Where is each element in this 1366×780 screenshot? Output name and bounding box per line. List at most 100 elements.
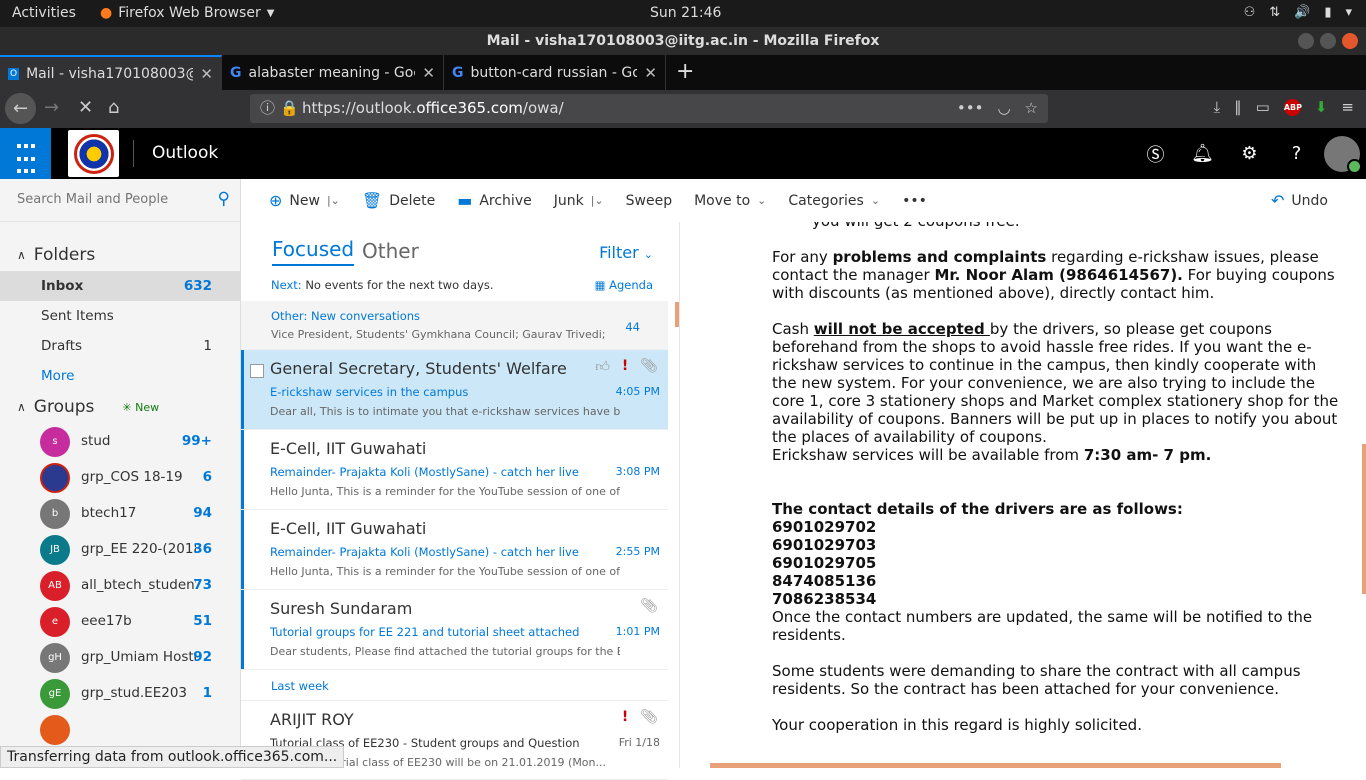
- received-time: 1:01 PM: [615, 625, 660, 638]
- tab-focused[interactable]: Focused: [272, 237, 355, 266]
- search-placeholder: Search Mail and People: [17, 192, 169, 207]
- app-menu-label: Firefox Web Browser: [118, 5, 261, 21]
- categories-button[interactable]: Categories ⌄: [777, 193, 891, 209]
- select-checkbox[interactable]: [250, 364, 264, 378]
- page-actions-icon[interactable]: •••: [957, 94, 984, 123]
- bell-icon[interactable]: 🔔︎: [1179, 143, 1226, 164]
- groups-header[interactable]: ∧ Groups ✳ New: [17, 397, 159, 417]
- other-conversations-banner[interactable]: Other: New conversations Vice President,…: [241, 301, 668, 350]
- gear-icon[interactable]: ⚙: [1226, 143, 1273, 164]
- library-icon[interactable]: ∥: [1234, 98, 1242, 116]
- forward-button[interactable]: →: [44, 97, 59, 118]
- folder-inbox[interactable]: Inbox 632: [0, 271, 240, 301]
- chevron-down-icon[interactable]: |⌄: [327, 194, 340, 207]
- new-button[interactable]: ⊕ New |⌄: [241, 191, 351, 210]
- volume-icon[interactable]: 🔊: [1294, 5, 1310, 20]
- subject: Remainder- Prajakta Koli (MostlySane) - …: [270, 465, 582, 479]
- sweep-button[interactable]: Sweep: [615, 193, 683, 209]
- like-icon[interactable]: 👍︎: [595, 358, 610, 375]
- list-item[interactable]: ARIJIT ROY ! 📎︎ Tutorial class of EE230 -…: [241, 700, 668, 780]
- folder-sent-items[interactable]: Sent Items: [0, 301, 240, 331]
- battery-icon[interactable]: ▮: [1324, 5, 1331, 20]
- help-icon[interactable]: ?: [1273, 143, 1320, 164]
- app-menu[interactable]: ● Firefox Web Browser ▼: [100, 5, 274, 21]
- group-item[interactable]: s stud 99+: [0, 423, 240, 459]
- group-item[interactable]: JB grp_EE 220-(2018 Jul36: [0, 531, 240, 567]
- group-count: 1: [202, 685, 212, 701]
- reading-scrollbar[interactable]: [1362, 444, 1366, 594]
- new-tab-button[interactable]: +: [666, 55, 704, 90]
- search-input[interactable]: Search Mail and People ⚲: [0, 179, 240, 222]
- horizontal-scrollbar[interactable]: [710, 763, 1281, 768]
- close-window-button[interactable]: [1342, 33, 1358, 49]
- group-item[interactable]: e eee17b 51: [0, 603, 240, 639]
- home-button[interactable]: ⌂: [108, 97, 119, 118]
- preview: Dear students, Please find attached the …: [270, 645, 620, 658]
- pocket-icon[interactable]: ◡: [997, 94, 1010, 123]
- more-commands-button[interactable]: •••: [891, 193, 938, 209]
- stop-button[interactable]: ✕: [78, 97, 93, 118]
- more-folders-link[interactable]: More: [0, 361, 240, 391]
- tab-alabaster[interactable]: Galabaster meaning - Goo ✕: [222, 55, 444, 90]
- body-paragraph: Once the contact numbers are updated, th…: [772, 608, 1313, 644]
- outlook-brand[interactable]: Outlook: [152, 143, 218, 163]
- delete-label: Delete: [389, 192, 436, 209]
- organization-logo[interactable]: [68, 130, 119, 177]
- delete-button[interactable]: 🗑︎ Delete: [351, 191, 446, 210]
- network-icon[interactable]: ⇅: [1269, 5, 1280, 20]
- folder-drafts[interactable]: Drafts 1: [0, 331, 240, 361]
- downloads-icon[interactable]: ⤓: [1214, 98, 1221, 116]
- extension-download-icon[interactable]: ⬇: [1315, 98, 1328, 116]
- app-launcher-icon[interactable]: [0, 128, 51, 179]
- group-item[interactable]: AB all_btech_students 73: [0, 567, 240, 603]
- clock[interactable]: Sun 21:46: [650, 5, 721, 21]
- tab-button-card[interactable]: Gbutton-card russian - Go ✕: [444, 55, 666, 90]
- chevron-down-icon[interactable]: ▾: [1345, 5, 1352, 20]
- firefox-icon: ●: [100, 5, 113, 21]
- menu-icon[interactable]: ≡: [1341, 98, 1354, 116]
- list-item[interactable]: E-Cell, IIT Guwahati Remainder- Prajakta…: [241, 430, 668, 510]
- back-button[interactable]: ←: [5, 93, 36, 124]
- sidebar-icon[interactable]: ▭: [1256, 98, 1270, 116]
- body-paragraph: Your cooperation in this regard is highl…: [772, 716, 1142, 734]
- activities-button[interactable]: Activities: [12, 5, 76, 21]
- bookmark-star-icon[interactable]: ☆: [1025, 94, 1038, 123]
- search-icon[interactable]: ⚲: [218, 189, 230, 209]
- list-scrollbar[interactable]: [675, 302, 679, 327]
- tab-mail[interactable]: O Mail - visha170108003@i ✕: [0, 55, 222, 90]
- next-label: Next:: [271, 278, 302, 292]
- list-item[interactable]: E-Cell, IIT Guwahati Remainder- Prajakta…: [241, 510, 668, 590]
- skype-icon[interactable]: Ⓢ: [1132, 141, 1179, 167]
- agenda-button[interactable]: ▦ Agenda: [595, 278, 653, 292]
- accessibility-icon[interactable]: ⚇: [1244, 5, 1256, 20]
- url-bar[interactable]: ⓘ 🔒 https://outlook.office365.com/owa/ •…: [250, 94, 1048, 123]
- filter-button[interactable]: Filter ⌄: [599, 243, 653, 262]
- folders-header[interactable]: ∧ Folders: [17, 245, 95, 265]
- group-item[interactable]: gH grp_Umiam Hostel 92: [0, 639, 240, 675]
- close-tab-icon[interactable]: ✕: [422, 64, 435, 82]
- archive-button[interactable]: ▬ Archive: [446, 191, 543, 210]
- info-icon[interactable]: ⓘ: [260, 94, 275, 123]
- text: For any: [772, 248, 833, 266]
- close-tab-icon[interactable]: ✕: [644, 64, 657, 82]
- close-tab-icon[interactable]: ✕: [200, 65, 213, 83]
- group-item[interactable]: [0, 711, 240, 747]
- group-item[interactable]: gE grp_stud.EE203 1: [0, 675, 240, 711]
- maximize-button[interactable]: [1320, 33, 1336, 49]
- group-item[interactable]: b btech17 94: [0, 495, 240, 531]
- new-group-badge[interactable]: ✳ New: [122, 401, 159, 414]
- avatar[interactable]: [1324, 135, 1362, 174]
- junk-button[interactable]: Junk |⌄: [543, 193, 615, 209]
- minimize-button[interactable]: [1298, 33, 1314, 49]
- list-item[interactable]: Suresh Sundaram 📎︎ Tutorial groups for E…: [241, 590, 668, 670]
- list-item[interactable]: General Secretary, Students' Welfare B..…: [241, 350, 668, 430]
- tab-other[interactable]: Other: [362, 239, 419, 263]
- system-tray[interactable]: ⚇ ⇅ 🔊 ▮ ▾: [1244, 5, 1352, 20]
- groups-label: Groups: [33, 397, 95, 417]
- chevron-down-icon[interactable]: |⌄: [591, 194, 604, 207]
- group-item[interactable]: grp_COS 18-19 6: [0, 459, 240, 495]
- undo-button[interactable]: ↶ Undo: [1260, 191, 1366, 210]
- adblock-icon[interactable]: ABP: [1283, 98, 1302, 116]
- move-to-button[interactable]: Move to ⌄: [683, 193, 777, 209]
- undo-icon: ↶: [1271, 191, 1285, 210]
